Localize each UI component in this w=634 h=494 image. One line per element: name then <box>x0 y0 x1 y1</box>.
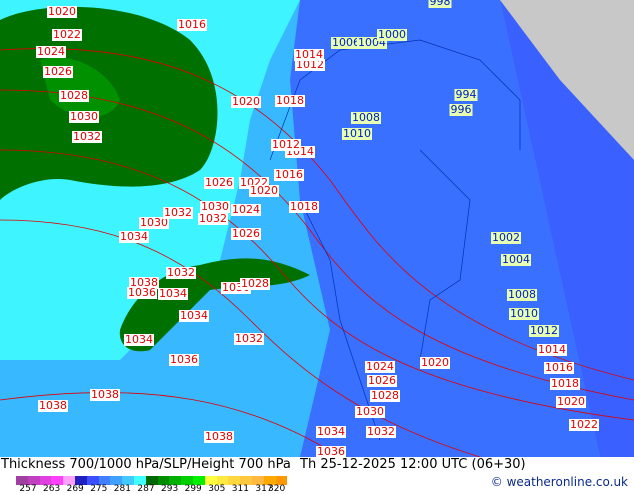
isobar-label: 1034 <box>119 230 149 243</box>
isobar-label: 1032 <box>234 332 264 345</box>
height-label: 1008 <box>351 111 381 124</box>
isobar-label: 1018 <box>275 94 305 107</box>
isobar-label: 1016 <box>177 18 207 31</box>
isobar-label: 1038 <box>38 399 68 412</box>
isobar-label: 1032 <box>366 425 396 438</box>
height-label: 1012 <box>529 324 559 337</box>
isobar-label: 1018 <box>289 200 319 213</box>
isobar-label: 1030 <box>355 405 385 418</box>
isobar-label: 1036 <box>127 286 157 299</box>
isobar-label: 1024 <box>365 360 395 373</box>
isobar-label: 1016 <box>274 168 304 181</box>
isobar-label: 1032 <box>166 266 196 279</box>
colorbar-tick: 287 <box>137 484 155 494</box>
credit-link[interactable]: © weatheronline.co.uk <box>491 475 628 489</box>
isobar-label: 1020 <box>231 95 261 108</box>
height-label: 1010 <box>342 127 372 140</box>
isobar-label: 1032 <box>163 206 193 219</box>
isobar-label: 1026 <box>231 227 261 240</box>
height-label: 1008 <box>507 288 537 301</box>
colorbar-tick: 293 <box>161 484 179 494</box>
valid-time: Th 25-12-2025 12:00 UTC (06+30) <box>300 457 526 472</box>
height-label: 996 <box>449 103 473 116</box>
colorbar-tick: 299 <box>184 484 202 494</box>
height-label: 994 <box>454 88 478 101</box>
isobar-label: 1038 <box>90 388 120 401</box>
height-label: 1000 <box>377 28 407 41</box>
height-label: 1010 <box>509 307 539 320</box>
isobar-label: 1020 <box>47 5 77 18</box>
colorbar-tick: 305 <box>208 484 226 494</box>
isobar-label: 1026 <box>43 65 73 78</box>
colorbar-tick: 263 <box>43 484 61 494</box>
isobar-label: 1026 <box>204 176 234 189</box>
colorbar-tick: 320 <box>268 484 286 494</box>
isobar-label: 1034 <box>158 287 188 300</box>
isobar-label: 1028 <box>370 389 400 402</box>
footer: Thickness 700/1000 hPa/SLP/Height 700 hP… <box>0 457 634 494</box>
isobar-label: 1020 <box>249 184 279 197</box>
colorbar-tick: 311 <box>231 484 249 494</box>
isobar-label: 1024 <box>231 203 261 216</box>
isobar-label: 1020 <box>420 356 450 369</box>
isobar-label: 1022 <box>52 28 82 41</box>
colorbar-tick: 281 <box>113 484 131 494</box>
isobar-label: 1030 <box>69 110 99 123</box>
isobar-label: 1036 <box>169 353 199 366</box>
weather-map[interactable]: 1020 1022 1024 1026 1028 1030 1032 1016 1020 1026… <box>0 0 634 457</box>
isobar-label: 1036 <box>316 445 346 457</box>
height-label: 1002 <box>491 231 521 244</box>
isobar-label: 1020 <box>556 395 586 408</box>
height-label: 998 <box>428 0 452 8</box>
isobar-label: 1012 <box>271 138 301 151</box>
isobar-label: 1032 <box>198 212 228 225</box>
colorbar-tick: 275 <box>90 484 108 494</box>
isobar-label: 1034 <box>316 425 346 438</box>
isobar-label: 1016 <box>544 361 574 374</box>
isobar-label: 1028 <box>59 89 89 102</box>
colorbar-ticks: 257 263 269 275 281 287 293 299 305 311 317 320 <box>0 484 330 494</box>
map-title: Thickness 700/1000 hPa/SLP/Height 700 hP… <box>1 457 291 472</box>
isobar-label: 1034 <box>124 333 154 346</box>
isobar-label: 1014 <box>294 48 324 61</box>
isobar-label: 1034 <box>179 309 209 322</box>
isobar-label: 1032 <box>72 130 102 143</box>
isobar-label: 1018 <box>550 377 580 390</box>
isobar-label: 1026 <box>367 374 397 387</box>
isobar-label: 1028 <box>240 277 270 290</box>
colorbar-tick: 257 <box>19 484 37 494</box>
isobar-label: 1024 <box>36 45 66 58</box>
isobar-label: 1038 <box>204 430 234 443</box>
height-label: 1004 <box>501 253 531 266</box>
isobar-label: 1014 <box>537 343 567 356</box>
colorbar-tick: 269 <box>66 484 84 494</box>
isobar-label: 1022 <box>569 418 599 431</box>
